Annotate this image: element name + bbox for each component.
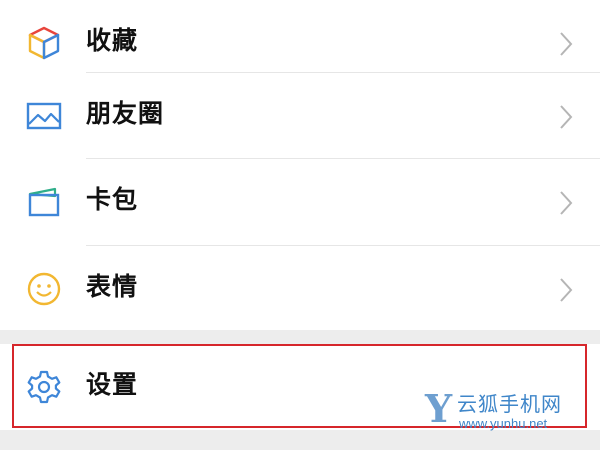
watermark-logo: Y 云狐手机网 www.yunhu.net xyxy=(425,386,595,442)
gear-icon xyxy=(25,368,63,406)
menu-item-label: 收藏 xyxy=(86,26,139,55)
menu-item-label: 朋友圈 xyxy=(86,99,165,128)
menu-item-label: 表情 xyxy=(86,272,139,301)
menu-list: 收藏 朋友圈 卡包 表情 xyxy=(0,0,600,330)
watermark-name: 云狐手机网 xyxy=(457,392,562,416)
cards-wallet-icon xyxy=(25,183,63,221)
menu-item-moments[interactable]: 朋友圈 xyxy=(0,73,600,159)
settings-label: 设置 xyxy=(86,370,139,399)
menu-item-stickers[interactable]: 表情 xyxy=(0,246,600,332)
moments-image-icon xyxy=(25,97,63,135)
chevron-right-icon xyxy=(558,104,574,130)
stickers-smiley-icon xyxy=(25,270,63,308)
watermark-letter: Y xyxy=(425,386,453,431)
chevron-right-icon xyxy=(558,190,574,216)
section-gap xyxy=(0,330,600,344)
menu-item-cards[interactable]: 卡包 xyxy=(0,159,600,245)
chevron-right-icon xyxy=(558,277,574,303)
watermark-url: www.yunhu.net xyxy=(459,416,548,431)
menu-item-label: 卡包 xyxy=(86,185,139,214)
chevron-right-icon xyxy=(558,31,574,57)
favorites-cube-icon xyxy=(25,24,63,62)
